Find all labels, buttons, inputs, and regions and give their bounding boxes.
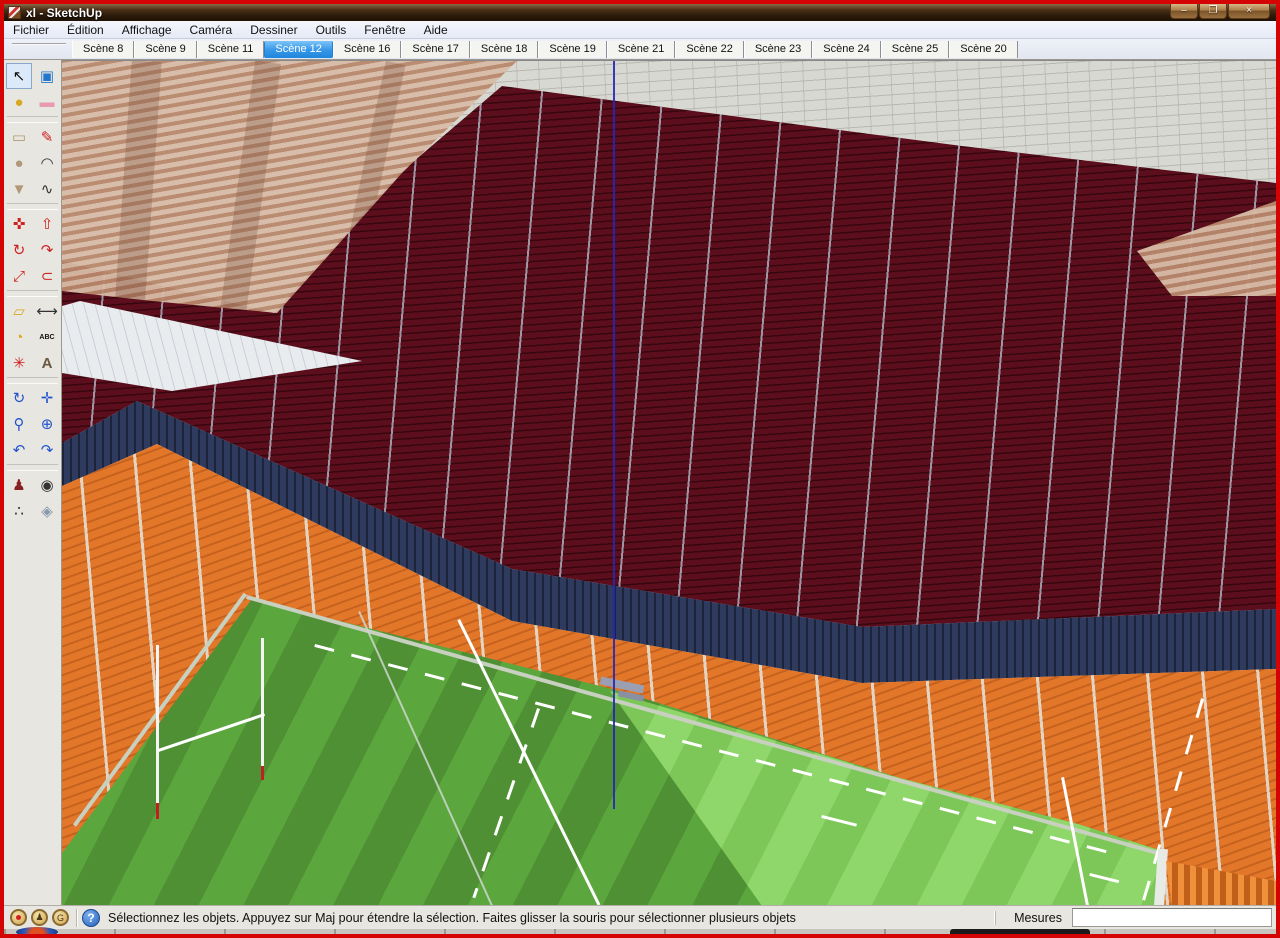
follow-me-tool-icon[interactable]: ↷ xyxy=(34,237,60,263)
title-bar: xl - SketchUp – ❐ × xyxy=(4,4,1276,21)
text-tool-icon[interactable]: ABC xyxy=(34,324,60,350)
menu-fenetre[interactable]: Fenêtre xyxy=(355,22,414,38)
blue-axis-line xyxy=(613,61,615,809)
rotate-tool-icon[interactable]: ↻ xyxy=(6,237,32,263)
tab-scene-9[interactable]: Scène 9 xyxy=(134,41,196,58)
geo-location-icon[interactable] xyxy=(10,909,27,926)
toolbar-divider xyxy=(7,203,58,210)
dimension-tool-icon[interactable]: ⟷ xyxy=(34,298,60,324)
tab-scene-12-active[interactable]: Scène 12 xyxy=(264,41,332,58)
menu-affichage[interactable]: Affichage xyxy=(113,22,181,38)
measurements-input[interactable] xyxy=(1072,908,1272,927)
zoom-next-tool-icon[interactable]: ↷ xyxy=(34,437,60,463)
attribution-icon[interactable]: ♟ xyxy=(31,909,48,926)
status-bar: ♟ G ? Sélectionnez les objets. Appuyez s… xyxy=(4,905,1276,929)
scale-tool-icon[interactable]: ⤢ xyxy=(6,263,32,289)
menu-fichier[interactable]: Fichier xyxy=(4,22,58,38)
menu-dessiner[interactable]: Dessiner xyxy=(241,22,306,38)
section-plane-tool-icon[interactable]: ◈ xyxy=(34,498,60,524)
sketchup-window: xl - SketchUp – ❐ × Fichier Édition Affi… xyxy=(0,0,1280,938)
tab-scene-17[interactable]: Scène 17 xyxy=(401,41,469,58)
select-tool-icon[interactable]: ↖ xyxy=(6,63,32,89)
tab-scene-20[interactable]: Scène 20 xyxy=(949,41,1017,58)
windows-taskbar-sliver[interactable] xyxy=(4,929,1276,934)
taskbar-active-button[interactable] xyxy=(950,929,1090,934)
orbit-tool-icon[interactable]: ↻ xyxy=(6,385,32,411)
push-pull-tool-icon[interactable]: ⇧ xyxy=(34,211,60,237)
zoom-extents-tool-icon[interactable]: ⊕ xyxy=(34,411,60,437)
toolbar-divider xyxy=(7,116,58,123)
menu-camera[interactable]: Caméra xyxy=(181,22,242,38)
tab-scene-25[interactable]: Scène 25 xyxy=(881,41,949,58)
make-component-tool-icon[interactable]: ▣ xyxy=(34,63,60,89)
look-around-tool-icon[interactable]: ◉ xyxy=(34,472,60,498)
tab-scene-16[interactable]: Scène 16 xyxy=(333,41,401,58)
tab-scene-8[interactable]: Scène 8 xyxy=(72,41,134,58)
tab-scene-23[interactable]: Scène 23 xyxy=(744,41,812,58)
start-orb[interactable] xyxy=(16,927,58,937)
tab-scene-21[interactable]: Scène 21 xyxy=(607,41,675,58)
zoom-tool-icon[interactable]: ⚲ xyxy=(6,411,32,437)
statusbar-divider xyxy=(76,909,77,927)
sign-in-icon[interactable]: G xyxy=(52,909,69,926)
toolbar-drag-handle[interactable] xyxy=(12,43,66,56)
protractor-tool-icon[interactable]: ◔ xyxy=(6,324,32,350)
line-tool-icon[interactable]: ✎ xyxy=(34,124,60,150)
measurements-label: Mesures xyxy=(995,911,1072,925)
3d-viewport[interactable] xyxy=(62,60,1276,905)
3d-text-tool-icon[interactable]: A xyxy=(34,350,60,376)
arc-tool-icon[interactable]: ◠ xyxy=(34,150,60,176)
move-tool-icon[interactable]: ✜ xyxy=(6,211,32,237)
goal-post-right-pad xyxy=(261,766,264,780)
tab-scene-11[interactable]: Scène 11 xyxy=(197,41,265,58)
restore-button[interactable]: ❐ xyxy=(1199,4,1227,19)
window-controls: – ❐ × xyxy=(1169,4,1270,19)
menu-bar: Fichier Édition Affichage Caméra Dessine… xyxy=(4,21,1276,39)
zoom-previous-tool-icon[interactable]: ↶ xyxy=(6,437,32,463)
position-camera-tool-icon[interactable]: ♟ xyxy=(6,472,32,498)
toolbar-divider xyxy=(7,377,58,384)
tool-palette: ↖ ▣ ● ▬ ▭ ✎ ● ◠ ▼ ∿ ✜ ⇧ ↻ ↷ ⤢ ⊂ ▱ ⟷ ◔ AB… xyxy=(4,60,62,905)
axes-tool-icon[interactable]: ✳ xyxy=(6,350,32,376)
sketchup-app-icon xyxy=(8,6,21,19)
toolbar-divider xyxy=(7,290,58,297)
close-button[interactable]: × xyxy=(1228,4,1270,19)
pan-tool-icon[interactable]: ✛ xyxy=(34,385,60,411)
status-hint-text: Sélectionnez les objets. Appuyez sur Maj… xyxy=(108,911,995,925)
freehand-tool-icon[interactable]: ∿ xyxy=(34,176,60,202)
scene-tab-bar: Scène 8 Scène 9 Scène 11 Scène 12 Scène … xyxy=(4,39,1276,60)
menu-outils[interactable]: Outils xyxy=(307,22,356,38)
walk-tool-icon[interactable]: ∴ xyxy=(6,498,32,524)
minimize-button[interactable]: – xyxy=(1170,4,1198,19)
circle-tool-icon[interactable]: ● xyxy=(6,150,32,176)
toolbar-divider xyxy=(7,464,58,471)
menu-edition[interactable]: Édition xyxy=(58,22,113,38)
tab-scene-22[interactable]: Scène 22 xyxy=(675,41,743,58)
geo-pin-dot xyxy=(16,915,21,920)
canopy-fold xyxy=(219,60,281,321)
window-title: xl - SketchUp xyxy=(26,6,102,20)
tab-scene-24[interactable]: Scène 24 xyxy=(812,41,880,58)
rectangle-tool-icon[interactable]: ▭ xyxy=(6,124,32,150)
offset-tool-icon[interactable]: ⊂ xyxy=(34,263,60,289)
paint-bucket-tool-icon[interactable]: ● xyxy=(6,89,32,115)
tape-measure-tool-icon[interactable]: ▱ xyxy=(6,298,32,324)
polygon-tool-icon[interactable]: ▼ xyxy=(6,176,32,202)
goal-post-left-pad xyxy=(156,803,159,819)
menu-aide[interactable]: Aide xyxy=(415,22,457,38)
tab-scene-18[interactable]: Scène 18 xyxy=(470,41,538,58)
help-icon[interactable]: ? xyxy=(82,909,100,927)
eraser-tool-icon[interactable]: ▬ xyxy=(34,89,60,115)
tab-scene-19[interactable]: Scène 19 xyxy=(538,41,606,58)
goal-post-left xyxy=(156,645,159,803)
goal-post-right xyxy=(261,638,264,766)
